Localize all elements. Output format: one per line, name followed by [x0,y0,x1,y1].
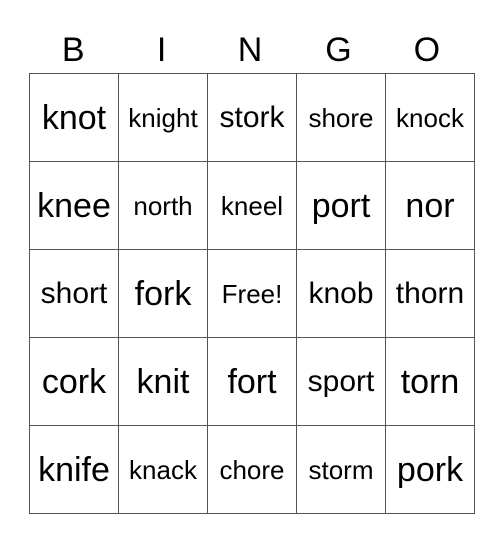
bingo-cell[interactable]: knack [118,425,208,514]
bingo-row: knee north kneel port nor [29,161,475,250]
bingo-cell[interactable]: torn [385,337,475,426]
free-space-cell[interactable]: Free! [207,249,297,338]
bingo-row: short fork Free! knob thorn [29,249,475,338]
bingo-row: knot knight stork shore knock [29,73,475,162]
bingo-cell[interactable]: pork [385,425,475,514]
bingo-cell[interactable]: knife [29,425,119,514]
bingo-cell[interactable]: port [296,161,386,250]
header-letter-i: I [156,31,167,69]
header-letter-n: N [237,31,263,69]
bingo-card-grid: knot knight stork shore knock knee north kneel p… [29,73,475,514]
bingo-cell[interactable]: short [29,249,119,338]
bingo-cell[interactable]: knock [385,73,475,162]
bingo-cell[interactable]: knit [118,337,208,426]
bingo-cell[interactable]: shore [296,73,386,162]
bingo-cell[interactable]: north [118,161,208,250]
bingo-cell[interactable]: knee [29,161,119,250]
header-letter-g: G [325,31,352,69]
header-letter-o: O [413,31,441,69]
bingo-cell[interactable]: nor [385,161,475,250]
bingo-row: cork knit fort sport torn [29,337,475,426]
bingo-cell[interactable]: knob [296,249,386,338]
bingo-cell[interactable]: kneel [207,161,297,250]
bingo-cell[interactable]: sport [296,337,386,426]
bingo-cell[interactable]: storm [296,425,386,514]
bingo-row: knife knack chore storm pork [29,425,475,514]
bingo-cell[interactable]: knight [118,73,208,162]
bingo-cell[interactable]: thorn [385,249,475,338]
bingo-cell[interactable]: cork [29,337,119,426]
bingo-cell[interactable]: knot [29,73,119,162]
header-letter-b: B [61,31,85,69]
bingo-cell[interactable]: chore [207,425,297,514]
bingo-cell[interactable]: fork [118,249,208,338]
bingo-cell[interactable]: fort [207,337,297,426]
bingo-cell[interactable]: stork [207,73,297,162]
bingo-header: B I N G O [29,28,471,72]
